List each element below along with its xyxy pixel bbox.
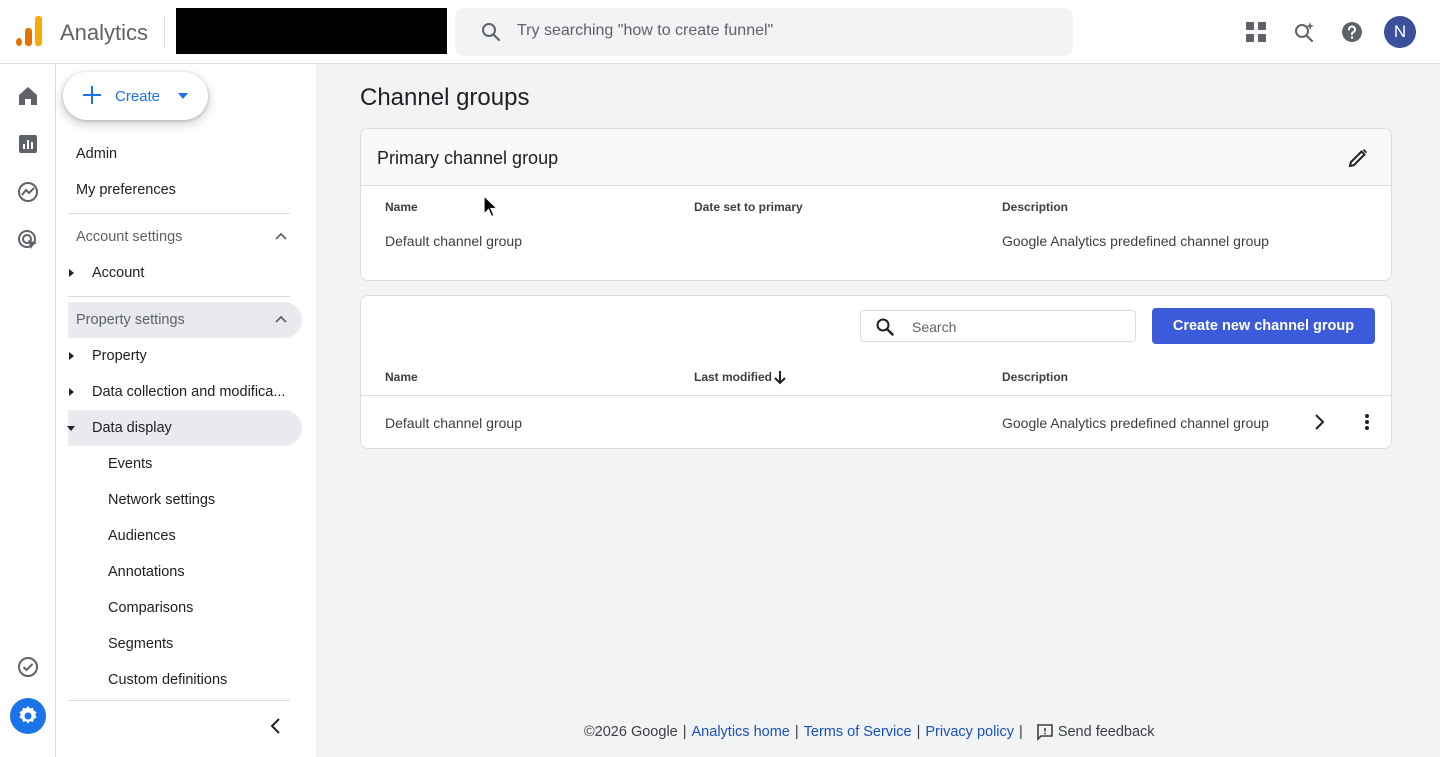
- nav-admin[interactable]: Admin: [76, 146, 117, 162]
- nav-sub-network-settings[interactable]: Network settings: [108, 492, 215, 508]
- table-row-name[interactable]: Default channel group: [385, 415, 522, 431]
- search-placeholder: Try searching "how to create funnel": [517, 22, 774, 39]
- app-name[interactable]: Analytics: [60, 20, 148, 46]
- primary-group-name: Default channel group: [385, 233, 522, 249]
- explore-icon[interactable]: [16, 180, 40, 204]
- search-icon: [482, 23, 501, 42]
- card-header: Primary channel group: [361, 129, 1391, 186]
- footer: ©2026 Google | Analytics home | Terms of…: [584, 723, 1155, 741]
- search-icon: [876, 318, 894, 336]
- column-header-date-set: Date set to primary: [694, 200, 803, 214]
- admin-gear-icon[interactable]: [10, 698, 46, 734]
- channel-groups-table-card: Search Create new channel group Name Las…: [360, 295, 1392, 449]
- more-vert-icon[interactable]: [1357, 412, 1377, 432]
- account-avatar[interactable]: N: [1384, 16, 1416, 48]
- nav-data-display[interactable]: Data display: [92, 420, 172, 436]
- advertising-icon[interactable]: [16, 228, 40, 252]
- nav-divider: [68, 296, 290, 297]
- collapse-nav-icon[interactable]: [266, 716, 286, 736]
- card-title: Primary channel group: [377, 148, 559, 168]
- footer-separator: |: [682, 724, 687, 740]
- top-bar: Analytics Try searching "how to create f…: [0, 0, 1440, 64]
- nav-divider: [68, 213, 290, 214]
- nav-sub-events[interactable]: Events: [108, 456, 152, 472]
- footer-copyright: ©2026 Google: [584, 724, 678, 740]
- primary-channel-group-card: Primary channel group Name Date set to p…: [360, 128, 1392, 281]
- create-new-channel-group-button[interactable]: Create new channel group: [1152, 308, 1375, 344]
- nav-sub-comparisons[interactable]: Comparisons: [108, 600, 193, 616]
- chevron-up-icon[interactable]: [273, 229, 289, 245]
- footer-privacy-link[interactable]: Privacy policy: [925, 724, 1014, 740]
- edit-pencil-icon[interactable]: [1347, 147, 1369, 169]
- search-bar[interactable]: Try searching "how to create funnel": [455, 8, 1073, 56]
- footer-send-feedback[interactable]: Send feedback: [1058, 724, 1155, 740]
- admin-nav-panel: Create Admin My preferences Account sett…: [56, 64, 316, 757]
- caret-right-icon[interactable]: [69, 388, 74, 396]
- chevron-up-icon[interactable]: [273, 312, 289, 328]
- mouse-cursor-icon: [483, 195, 499, 218]
- column-header-description: Description: [1002, 370, 1069, 384]
- nav-sub-audiences[interactable]: Audiences: [108, 528, 176, 544]
- column-header-name[interactable]: Name: [385, 370, 418, 384]
- plus-icon: [83, 86, 101, 104]
- caret-down-icon: [178, 93, 188, 99]
- create-button[interactable]: Create: [63, 72, 208, 120]
- apps-icon[interactable]: [1240, 16, 1272, 48]
- chevron-right-icon[interactable]: [1309, 412, 1329, 432]
- reports-icon[interactable]: [16, 132, 40, 156]
- search-insights-icon[interactable]: [1288, 16, 1320, 48]
- row-divider: [361, 395, 1391, 396]
- table-row-description: Google Analytics predefined channel grou…: [1002, 415, 1269, 431]
- nav-sub-segments[interactable]: Segments: [108, 636, 173, 652]
- footer-separator: |: [794, 724, 799, 740]
- left-rail: [0, 64, 56, 757]
- help-icon[interactable]: [1336, 16, 1368, 48]
- nav-data-collection[interactable]: Data collection and modifica...: [92, 384, 285, 400]
- page-title: Channel groups: [360, 84, 530, 111]
- caret-down-icon[interactable]: [67, 426, 75, 431]
- nav-sub-custom-definitions[interactable]: Custom definitions: [108, 672, 227, 688]
- create-label: Create: [115, 88, 161, 105]
- nav-my-preferences[interactable]: My preferences: [76, 182, 176, 198]
- checklist-icon[interactable]: [16, 655, 40, 679]
- home-icon[interactable]: [16, 84, 40, 108]
- column-header-last-modified[interactable]: Last modified: [694, 370, 772, 384]
- footer-separator: |: [1019, 724, 1023, 740]
- footer-analytics-home-link[interactable]: Analytics home: [692, 724, 790, 740]
- search-placeholder: Search: [912, 319, 957, 335]
- nav-account[interactable]: Account: [92, 265, 144, 281]
- nav-account-settings[interactable]: Account settings: [76, 229, 182, 245]
- nav-divider: [68, 700, 290, 701]
- footer-separator: |: [916, 724, 921, 740]
- account-selector[interactable]: [176, 8, 447, 54]
- feedback-icon[interactable]: [1036, 723, 1054, 741]
- nav-property[interactable]: Property: [92, 348, 147, 364]
- column-header-name: Name: [385, 200, 418, 214]
- footer-terms-link[interactable]: Terms of Service: [804, 724, 912, 740]
- sort-arrow-down-icon[interactable]: [773, 369, 787, 385]
- analytics-logo-icon[interactable]: [16, 16, 42, 46]
- column-header-description: Description: [1002, 200, 1069, 214]
- table-search-input[interactable]: Search: [860, 310, 1136, 342]
- caret-right-icon[interactable]: [69, 352, 74, 360]
- nav-sub-annotations[interactable]: Annotations: [108, 564, 185, 580]
- header-divider: [164, 16, 165, 48]
- primary-group-description: Google Analytics predefined channel grou…: [1002, 233, 1269, 249]
- caret-right-icon[interactable]: [69, 269, 74, 277]
- nav-property-settings[interactable]: Property settings: [76, 312, 185, 328]
